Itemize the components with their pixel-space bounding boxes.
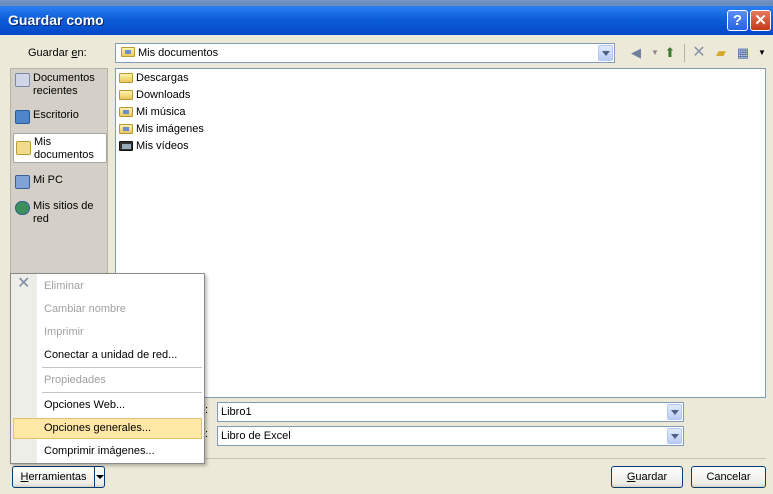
list-item[interactable]: Mis vídeos [119,138,189,154]
delete-icon[interactable]: ✕ [689,44,709,62]
background-window-strip [0,0,773,6]
tools-dropdown-icon[interactable] [94,466,105,488]
tools-button[interactable]: Herramientas [12,466,95,488]
file-name: Mis imágenes [136,123,204,135]
file-name: Mi música [136,106,186,118]
place-label: Mis sitios de red [33,200,94,225]
place-recent-documents[interactable]: Documentos recientes [13,72,107,98]
list-item[interactable]: Mis imágenes [119,121,204,137]
folder-icon [119,90,133,100]
videos-folder-icon [119,141,133,151]
save-in-label: Guardar en: [28,47,87,59]
file-name-value: Libro1 [221,406,252,418]
tools-menu: ✕ Eliminar Cambiar nombre Imprimir Conec… [10,273,205,464]
chevron-down-icon[interactable] [667,428,682,444]
my-documents-icon [121,47,135,57]
help-icon: ? [732,12,743,29]
menu-separator [42,392,202,393]
menu-item-opciones-generales[interactable]: Opciones generales... [13,418,202,439]
place-label: Escritorio [33,109,79,121]
menu-item-propiedades[interactable]: Propiedades [13,370,202,391]
file-name: Downloads [136,89,191,101]
new-folder-icon[interactable]: ▰ [711,44,731,62]
save-in-value: Mis documentos [138,47,219,59]
list-item[interactable]: Mi música [119,104,186,120]
place-network[interactable]: Mis sitios de red [13,200,107,226]
file-type-value: Libro de Excel [221,430,291,442]
title-bar: Guardar como ? ✕ [0,0,773,35]
file-list[interactable]: Descargas Downloads Mi música Mis imágen… [115,68,766,398]
network-places-icon [15,201,30,215]
file-name: Descargas [136,72,189,84]
list-item[interactable]: Descargas [119,70,189,86]
views-dropdown-icon[interactable]: ▼ [752,44,772,62]
file-type-label: : [205,428,209,440]
menu-item-comprimir-imagenes[interactable]: Comprimir imágenes... [13,441,202,462]
my-computer-icon [15,175,30,189]
list-item[interactable]: Downloads [119,87,190,103]
cancel-button[interactable]: Cancelar [691,466,766,488]
save-in-combo[interactable]: Mis documentos [115,43,615,63]
window-title: Guardar como [8,12,104,28]
place-my-documents[interactable]: Mis documentos [13,133,107,163]
pictures-folder-icon [119,124,133,134]
place-label: Mis documentos [34,136,94,161]
menu-item-imprimir[interactable]: Imprimir [13,322,202,343]
menu-separator [42,367,202,368]
my-documents-icon [16,141,31,155]
close-button[interactable]: ✕ [750,10,771,31]
chevron-down-icon[interactable] [598,45,613,61]
file-name: Mis vídeos [136,140,189,152]
menu-item-cambiar-nombre[interactable]: Cambiar nombre [13,299,202,320]
place-desktop[interactable]: Escritorio [13,109,107,124]
views-icon[interactable]: ▦ [733,44,753,62]
close-icon: ✕ [754,12,767,29]
chevron-down-icon[interactable] [667,404,682,420]
save-button[interactable]: Guardar [611,466,683,488]
file-name-label: : [205,404,209,416]
folder-icon [119,73,133,83]
music-folder-icon [119,107,133,117]
up-folder-icon[interactable]: ⬆ [660,44,680,62]
menu-item-eliminar[interactable]: Eliminar [13,276,202,297]
toolbar-separator [684,44,685,62]
menu-item-opciones-web[interactable]: Opciones Web... [13,395,202,416]
place-label: Documentos recientes [33,72,95,97]
file-type-select[interactable]: Libro de Excel [217,426,684,446]
place-my-computer[interactable]: Mi PC [13,174,107,189]
menu-item-conectar-unidad[interactable]: Conectar a unidad de red... [13,345,202,366]
place-label: Mi PC [33,174,63,186]
desktop-icon [15,110,30,124]
recent-documents-icon [15,73,30,87]
back-arrow-icon[interactable]: ◀ [626,44,646,62]
help-button[interactable]: ? [727,10,748,31]
file-name-input[interactable]: Libro1 [217,402,684,422]
